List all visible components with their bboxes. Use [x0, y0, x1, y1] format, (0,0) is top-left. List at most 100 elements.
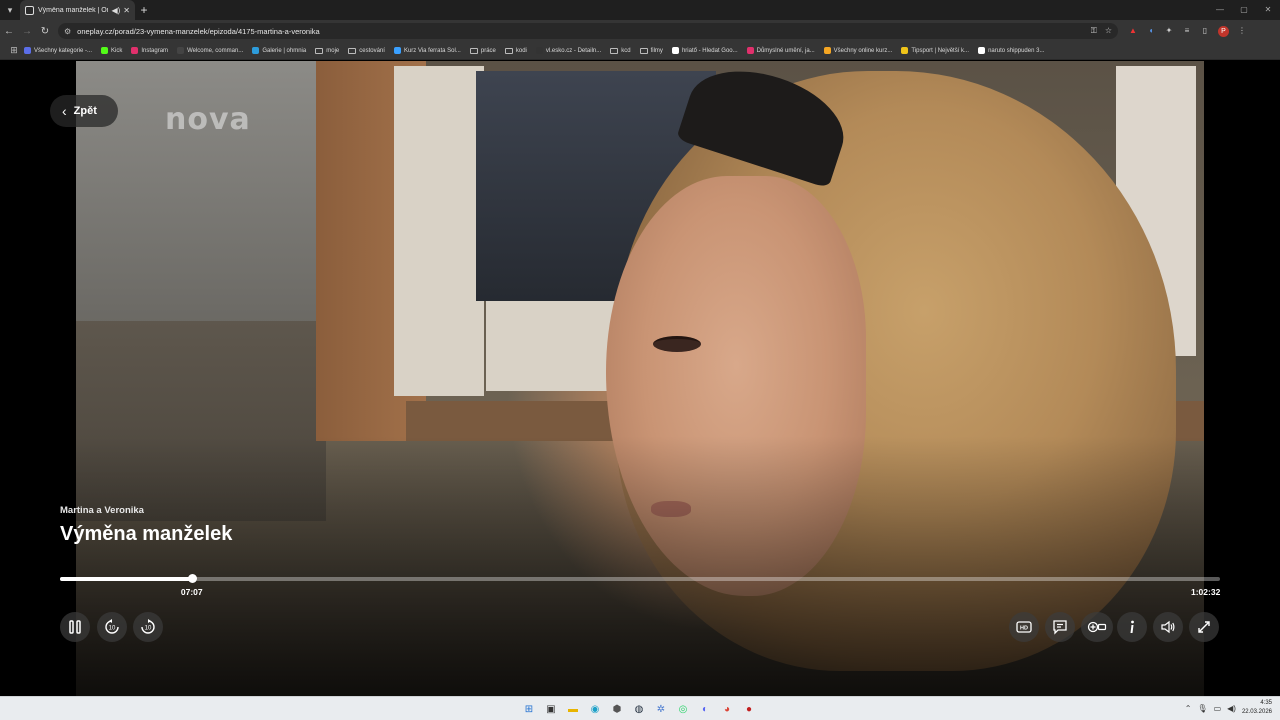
extension-icon[interactable]: ◖ [1146, 26, 1156, 36]
forward-10-button[interactable]: 10 [133, 612, 163, 642]
url-text: oneplay.cz/porad/23-vymena-manzelek/epiz… [77, 26, 320, 36]
discord-icon[interactable]: ◐ [696, 700, 714, 718]
tray-overflow-icon[interactable]: ⌃ [1185, 704, 1192, 713]
start-icon[interactable]: ⊞ [520, 700, 538, 718]
bookmark-item[interactable]: Tipsport | Největší k... [901, 47, 969, 54]
tab-favicon [25, 5, 34, 15]
folder-icon [469, 47, 478, 54]
bookmark-item[interactable]: filmy [639, 47, 663, 54]
bookmark-label: kodi [515, 47, 527, 54]
browser-toolbar: ← → ↻ ⚙ oneplay.cz/porad/23-vymena-manze… [0, 20, 1280, 42]
window-controls: — ▢ ✕ [1208, 0, 1280, 20]
quality-button[interactable]: HD [1009, 612, 1039, 642]
bookmark-item[interactable]: hriatő - Hledat Goo... [671, 47, 738, 54]
folder-icon [504, 47, 513, 54]
progress-handle[interactable] [187, 574, 197, 583]
bookmark-item[interactable]: kcd [610, 47, 631, 54]
bookmark-item[interactable]: Galerie | ohmnia [252, 47, 306, 54]
bookmark-item[interactable]: naruto shippuden 3... [978, 47, 1044, 54]
app-icon[interactable]: ✲ [652, 700, 670, 718]
tab-title: Výměna manželek | Oneplay [38, 6, 108, 14]
address-bar[interactable]: ⚙ oneplay.cz/porad/23-vymena-manzelek/ep… [58, 23, 1118, 39]
chrome-icon[interactable]: ◕ [718, 700, 736, 718]
bookmark-item[interactable]: kodi [504, 47, 527, 54]
bookmark-item[interactable]: Kurz Via ferrata Sol... [393, 47, 461, 54]
svg-text:HD: HD [1020, 626, 1028, 632]
tab-search-icon[interactable]: ▾ [0, 0, 20, 20]
bookmark-label: Galerie | ohmnia [262, 47, 307, 54]
apps-grid-icon[interactable]: ⊞ [4, 45, 24, 56]
bookmark-label: Kurz Via ferrata Sol... [403, 47, 461, 54]
subtitles-icon [1053, 620, 1067, 635]
video-player[interactable]: nova ‹ Zpět Martina a Veronika Výměna ma… [0, 61, 1280, 696]
bookmark-item[interactable]: moje [315, 47, 339, 54]
pause-button[interactable] [60, 612, 90, 642]
bookmark-label: Instagram [141, 47, 169, 54]
favicon-icon [901, 47, 909, 54]
pdf-extension-icon[interactable]: ▲ [1128, 26, 1138, 36]
clock[interactable]: 4:35 22.03.2026 [1242, 699, 1272, 717]
rewind-10-icon: 10 [105, 619, 119, 634]
back-button[interactable]: ‹ Zpět [50, 95, 118, 127]
bookmark-item[interactable]: Instagram [131, 47, 168, 54]
bookmark-label: kcd [621, 47, 631, 54]
forward-arrow-icon[interactable]: → [18, 26, 36, 37]
info-button[interactable] [1117, 612, 1147, 642]
close-window-icon[interactable]: ✕ [1256, 0, 1280, 20]
back-arrow-icon[interactable]: ← [0, 26, 18, 37]
subtitles-button[interactable] [1045, 612, 1075, 642]
favicon-icon [131, 47, 139, 54]
add-to-list-button[interactable] [1081, 612, 1113, 642]
profile-avatar[interactable]: P [1218, 25, 1229, 37]
menu-kebab-icon[interactable]: ⋮ [1237, 26, 1247, 36]
bookmark-item[interactable]: vl.esko.cz - Detailn... [535, 47, 601, 54]
bookmark-label: Důmyslné umění, ja... [756, 47, 815, 54]
progress-bar[interactable] [60, 574, 1220, 583]
password-key-icon[interactable]: ⚿ [1091, 26, 1097, 36]
bookmark-item[interactable]: Všechny online kurz... [823, 47, 892, 54]
folder-icon [639, 47, 648, 54]
side-panel-icon[interactable]: ▯ [1200, 26, 1210, 36]
clock-time: 4:35 [1260, 700, 1272, 706]
favicon-icon [24, 47, 31, 54]
bookmark-item[interactable]: Kick [101, 47, 122, 54]
file-explorer-icon[interactable]: ▬ [564, 700, 582, 718]
whatsapp-icon[interactable]: ◎ [674, 700, 692, 718]
pause-icon [69, 620, 81, 634]
fullscreen-button[interactable] [1189, 612, 1219, 642]
bookmark-item[interactable]: Všechny kategorie -... [24, 47, 92, 54]
task-view-icon[interactable]: ▣ [542, 700, 560, 718]
site-info-icon[interactable]: ⚙ [64, 27, 71, 36]
forward-10-icon: 10 [141, 619, 155, 634]
favicon-icon [823, 47, 831, 54]
microphone-icon[interactable]: 🎙 [1197, 704, 1207, 713]
rewind-10-button[interactable]: 10 [97, 612, 127, 642]
favicon-icon [101, 47, 109, 54]
bookmark-item[interactable]: cestování [348, 47, 385, 54]
minimize-icon[interactable]: — [1208, 0, 1232, 20]
tab-close-icon[interactable]: ✕ [123, 6, 130, 15]
network-icon[interactable]: ▭ [1214, 704, 1222, 713]
volume-button[interactable] [1153, 612, 1183, 642]
bookmark-star-icon[interactable]: ☆ [1105, 26, 1112, 36]
speaker-icon[interactable]: ◀) [1227, 704, 1236, 713]
bookmark-item[interactable]: Welcome, comman... [177, 47, 243, 54]
media-control-icon[interactable]: ≡ [1182, 26, 1192, 36]
bookmark-item[interactable]: Důmyslné umění, ja... [746, 47, 815, 54]
tab-active[interactable]: Výměna manželek | Oneplay ◀) ✕ [20, 0, 135, 20]
tab-audio-icon[interactable]: ◀) [111, 6, 120, 15]
new-tab-button[interactable]: + [135, 3, 153, 17]
bookmark-item[interactable]: práce [469, 47, 496, 54]
tab-strip: ▾ Výměna manželek | Oneplay ◀) ✕ + — ▢ ✕ [0, 0, 1280, 20]
extensions-puzzle-icon[interactable]: ✦ [1164, 26, 1174, 36]
maximize-icon[interactable]: ▢ [1232, 0, 1256, 20]
favicon-icon [252, 47, 260, 54]
bookmark-label: Welcome, comman... [187, 47, 244, 54]
reload-icon[interactable]: ↻ [36, 26, 54, 37]
video-frame[interactable] [76, 61, 1204, 696]
game-icon[interactable]: ● [740, 700, 758, 718]
settings-icon[interactable]: ⬢ [608, 700, 626, 718]
steam-icon[interactable]: ◍ [630, 700, 648, 718]
edge-icon[interactable]: ◉ [586, 700, 604, 718]
folder-icon [610, 47, 619, 54]
